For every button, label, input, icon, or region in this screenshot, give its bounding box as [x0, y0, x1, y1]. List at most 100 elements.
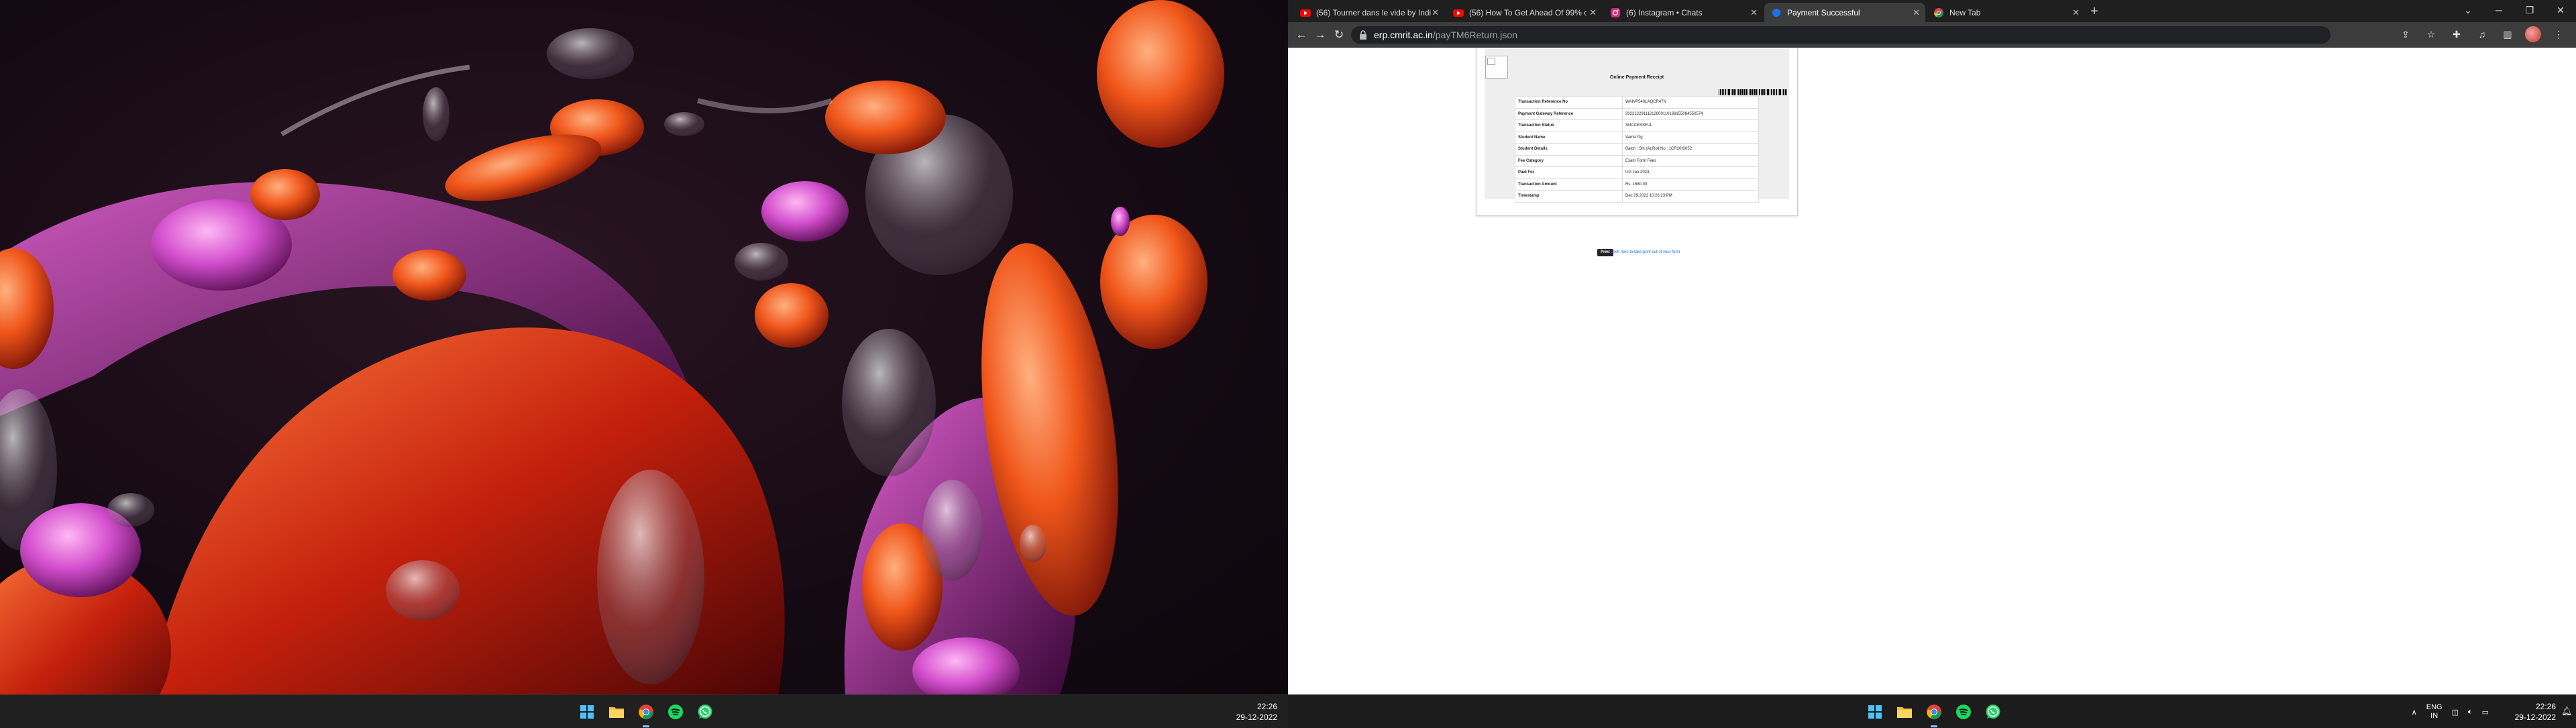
- receipt-title: Online Payment Receipt: [1609, 75, 1664, 80]
- menu-icon[interactable]: ⋮: [2551, 26, 2567, 42]
- restore-icon[interactable]: ❐: [2514, 0, 2545, 20]
- receipt-row-value: UG Jan 2023: [1622, 166, 1759, 179]
- print-form-link[interactable]: Click here to take print out of your for…: [1611, 249, 1680, 256]
- instagram-icon: [1611, 7, 1620, 17]
- back-arrow-icon[interactable]: ←: [1293, 27, 1309, 43]
- system-tray: ∧ ENG IN ◫ 🔈︎ ▭: [2412, 695, 2489, 728]
- tab-title: Payment Successful: [1787, 7, 1860, 17]
- wifi-icon[interactable]: ◫: [2452, 708, 2459, 717]
- youtube-icon: [1300, 9, 1311, 17]
- address-bar[interactable]: erp.cmrit.ac.in /payTM6Return.json: [1351, 26, 2330, 44]
- tab-new-tab[interactable]: New Tab ✕: [1927, 3, 2085, 22]
- tab-close-icon[interactable]: ✕: [1750, 7, 1758, 18]
- receipt-row-value: WAIVP540LAQCR47N: [1622, 96, 1759, 109]
- receipt-panel: Online Payment Receipt Transaction Refer…: [1485, 49, 1789, 203]
- receipt-row: Student Details Batch : 5th (A) Roll No :…: [1515, 143, 1759, 156]
- tab-title: New Tab: [1949, 7, 1981, 17]
- taskbar-apps: [576, 695, 716, 728]
- browser-toolbar: ← → ↻ erp.cmrit.ac.in /payTM6Return.json…: [1288, 22, 2576, 48]
- barcode-image: [1719, 89, 1787, 95]
- receipt-row: Transaction Status SUCCESSFUL: [1515, 119, 1759, 132]
- receipt-row-label: Student Name: [1515, 131, 1623, 144]
- receipt-row: Paid For UG Jan 2023: [1515, 166, 1759, 179]
- chrome-icon[interactable]: [1923, 700, 1945, 727]
- close-window-icon[interactable]: ✕: [2545, 0, 2576, 20]
- whatsapp-icon[interactable]: [1982, 700, 2004, 723]
- taskbar-clock[interactable]: 22:26 29-12-2022: [2515, 695, 2556, 728]
- left-monitor: 22:26 29-12-2022: [0, 0, 1288, 728]
- start-icon[interactable]: [1864, 700, 1886, 723]
- battery-icon[interactable]: ▭: [2482, 708, 2489, 717]
- minimize-icon[interactable]: ─: [2483, 0, 2514, 20]
- tab-search-icon[interactable]: ⌄: [2453, 0, 2483, 20]
- chrome-icon: [1934, 7, 1943, 17]
- language-indicator[interactable]: ENG IN: [2426, 703, 2443, 721]
- receipt-row-value: Batch : 5th (A) Roll No : 1CR20IS052: [1622, 143, 1759, 156]
- page-viewport: Online Payment Receipt Transaction Refer…: [1288, 48, 2576, 694]
- profile-avatar[interactable]: [2525, 26, 2541, 42]
- taskbar-apps: [1864, 695, 2004, 728]
- chrome-icon[interactable]: [635, 700, 657, 727]
- receipt-row: Timestamp Dec 29,2022 10:26:23 PM: [1515, 190, 1759, 203]
- notification-bell-icon[interactable]: 🔔︎: [2561, 706, 2573, 717]
- bookmark-star-icon[interactable]: ☆: [2423, 26, 2439, 42]
- receipt-row-value: 20221229111212800110168155084550574: [1622, 107, 1759, 120]
- receipt-row-label: Student Details: [1515, 143, 1623, 156]
- tab-close-icon[interactable]: ✕: [1432, 7, 1439, 18]
- receipt-row: Fee Category Exam Form Fees: [1515, 154, 1759, 167]
- tab-instagram[interactable]: (6) Instagram • Chats ✕: [1603, 3, 1763, 22]
- abstract-blobs-image: [0, 0, 1224, 694]
- share-icon[interactable]: ⇪: [2398, 26, 2414, 42]
- tab-youtube-1[interactable]: (56) Tourner dans le vide by Indi ✕: [1293, 3, 1444, 22]
- lock-icon[interactable]: [1359, 30, 1367, 40]
- browser-tabstrip: (56) Tourner dans le vide by Indi ✕ (56)…: [1288, 0, 2576, 22]
- youtube-icon: [1453, 9, 1464, 17]
- site-icon: [1772, 8, 1780, 17]
- whatsapp-icon[interactable]: [694, 700, 716, 723]
- spotify-icon[interactable]: [664, 700, 687, 723]
- volume-icon[interactable]: 🔈︎: [2468, 708, 2473, 717]
- right-monitor: (56) Tourner dans le vide by Indi ✕ (56)…: [1288, 0, 2576, 728]
- tab-close-icon[interactable]: ✕: [2072, 7, 2080, 18]
- lang-code: ENG: [2426, 703, 2443, 711]
- lang-region: IN: [2430, 712, 2438, 720]
- new-tab-button[interactable]: +: [2086, 4, 2102, 20]
- tab-youtube-2[interactable]: (56) How To Get Ahead Of 99% o ✕: [1446, 3, 1602, 22]
- receipt-row-value: Exam Form Fees: [1622, 154, 1759, 167]
- taskbar: 22:26 29-12-2022: [0, 694, 1288, 728]
- chevron-up-icon[interactable]: ∧: [2412, 708, 2417, 717]
- receipt-row-value: Rs. 1680.00: [1622, 178, 1759, 191]
- taskbar: ∧ ENG IN ◫ 🔈︎ ▭ 22:26 29-12-2022 🔔︎: [1288, 694, 2576, 728]
- taskbar-clock[interactable]: 22:26 29-12-2022: [1236, 695, 1277, 728]
- receipt-row-value: Vamsi Dg: [1622, 131, 1759, 144]
- file-explorer-icon[interactable]: [605, 700, 628, 723]
- tab-close-icon[interactable]: ✕: [1589, 7, 1597, 18]
- media-icon[interactable]: ♫: [2474, 26, 2490, 42]
- receipt-row: Transaction Reference No WAIVP540LAQCR47N: [1515, 96, 1759, 109]
- start-icon[interactable]: [576, 700, 598, 723]
- receipt-row: Student Name Vamsi Dg: [1515, 131, 1759, 144]
- receipt-row-label: Timestamp: [1515, 190, 1623, 203]
- extensions-icon[interactable]: ✚: [2449, 26, 2465, 42]
- receipt-table: Transaction Reference No WAIVP540LAQCR47N…: [1515, 96, 1759, 203]
- clock-time: 22:26: [2535, 702, 2556, 711]
- receipt-row-label: Fee Category: [1515, 154, 1623, 167]
- tab-title: (56) Tourner dans le vide by Indi: [1316, 7, 1432, 17]
- clock-date: 29-12-2022: [2514, 713, 2556, 722]
- tab-payment-successful[interactable]: Payment Successful ✕: [1764, 3, 1925, 22]
- tab-close-icon[interactable]: ✕: [1913, 7, 1920, 18]
- side-panel-icon[interactable]: ▥: [2500, 26, 2516, 42]
- receipt-row-label: Transaction Amount: [1515, 178, 1623, 191]
- receipt-row-label: Transaction Status: [1515, 119, 1623, 132]
- url-host: erp.cmrit.ac.in: [1374, 30, 1433, 40]
- receipt-row-value: SUCCESSFUL: [1622, 119, 1759, 132]
- toolbar-actions: ⇪ ☆ ✚ ♫ ▥ ⋮: [2398, 26, 2567, 42]
- print-row: Print Click here to take print out of yo…: [1288, 249, 2576, 257]
- forward-arrow-icon[interactable]: →: [1312, 27, 1328, 43]
- reload-icon[interactable]: ↻: [1331, 27, 1347, 43]
- receipt-row-label: Transaction Reference No: [1515, 96, 1623, 109]
- spotify-icon[interactable]: [1952, 700, 1975, 723]
- file-explorer-icon[interactable]: [1893, 700, 1916, 723]
- tab-title: (56) How To Get Ahead Of 99% o: [1469, 7, 1587, 17]
- receipt-row: Payment Gateway Reference 202212291112128…: [1515, 107, 1759, 120]
